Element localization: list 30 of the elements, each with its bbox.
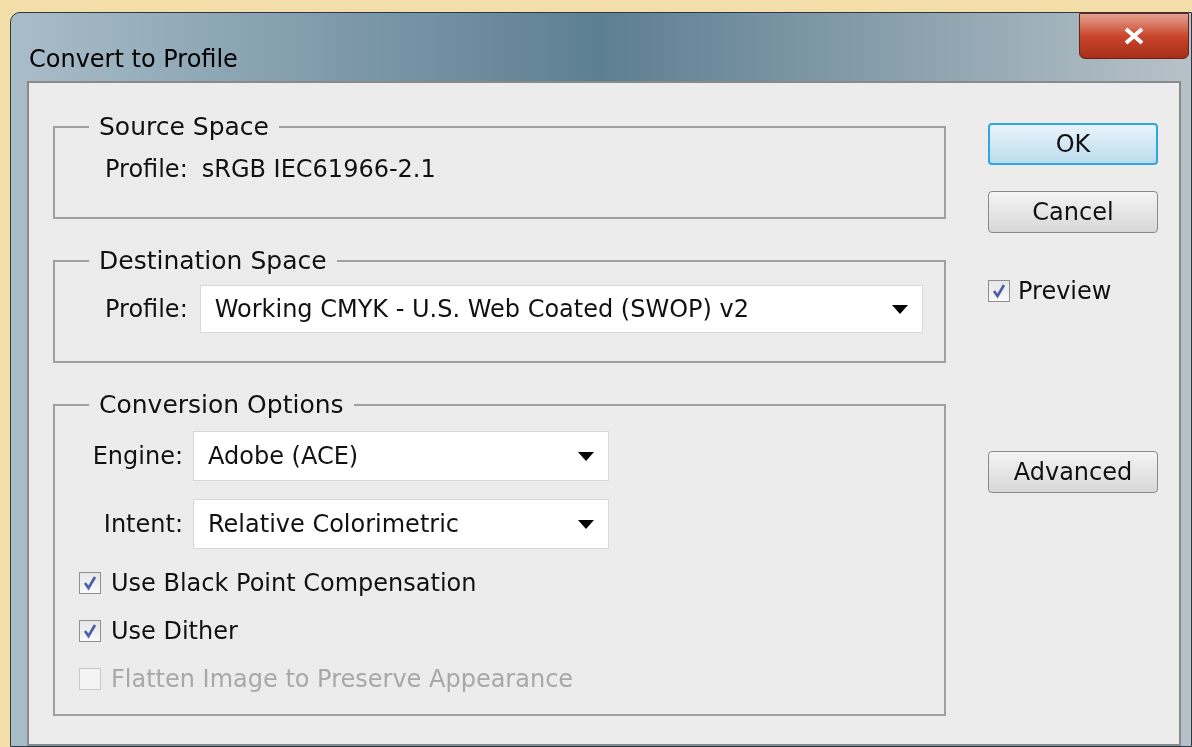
dropdown-arrow-icon xyxy=(891,304,908,314)
dropdown-arrow-icon xyxy=(578,519,594,529)
checkmark-icon xyxy=(82,575,98,591)
checkbox-label: Flatten Image to Preserve Appearance xyxy=(111,665,574,693)
profile-value: sRGB IEC61966-2.1 xyxy=(201,154,436,185)
select-label: Engine: xyxy=(91,441,184,472)
group-title: Source Space xyxy=(98,113,270,141)
checkmark-icon xyxy=(82,623,98,639)
checkbox-label: Use Black Point Compensation xyxy=(111,569,477,597)
profile-label: Profile: xyxy=(105,294,188,325)
dropdown-arrow-icon xyxy=(578,451,594,461)
profile-label: Profile: xyxy=(105,154,188,185)
select-dropdown[interactable]: Relative Colorimetric xyxy=(193,499,609,549)
group-title: Destination Space xyxy=(98,247,328,275)
checkbox-label: Use Dither xyxy=(111,617,238,645)
group-title: Conversion Options xyxy=(98,391,345,419)
select-label: Intent: xyxy=(102,509,184,540)
dialog-button[interactable]: OK xyxy=(988,123,1158,165)
close-icon xyxy=(1123,27,1145,45)
dialog-button[interactable]: Cancel xyxy=(988,191,1158,233)
advanced-button[interactable]: Advanced xyxy=(988,451,1158,493)
window-title: Convert to Profile xyxy=(29,45,238,73)
checkmark-icon xyxy=(991,283,1007,299)
close-button[interactable] xyxy=(1079,13,1189,59)
checkbox[interactable] xyxy=(79,572,101,594)
profile-dropdown[interactable]: Working CMYK - U.S. Web Coated (SWOP) v2 xyxy=(199,285,923,333)
select-dropdown[interactable]: Adobe (ACE) xyxy=(193,431,609,481)
checkbox[interactable] xyxy=(79,620,101,642)
preview-label: Preview xyxy=(1018,276,1112,307)
checkbox[interactable] xyxy=(988,280,1010,302)
